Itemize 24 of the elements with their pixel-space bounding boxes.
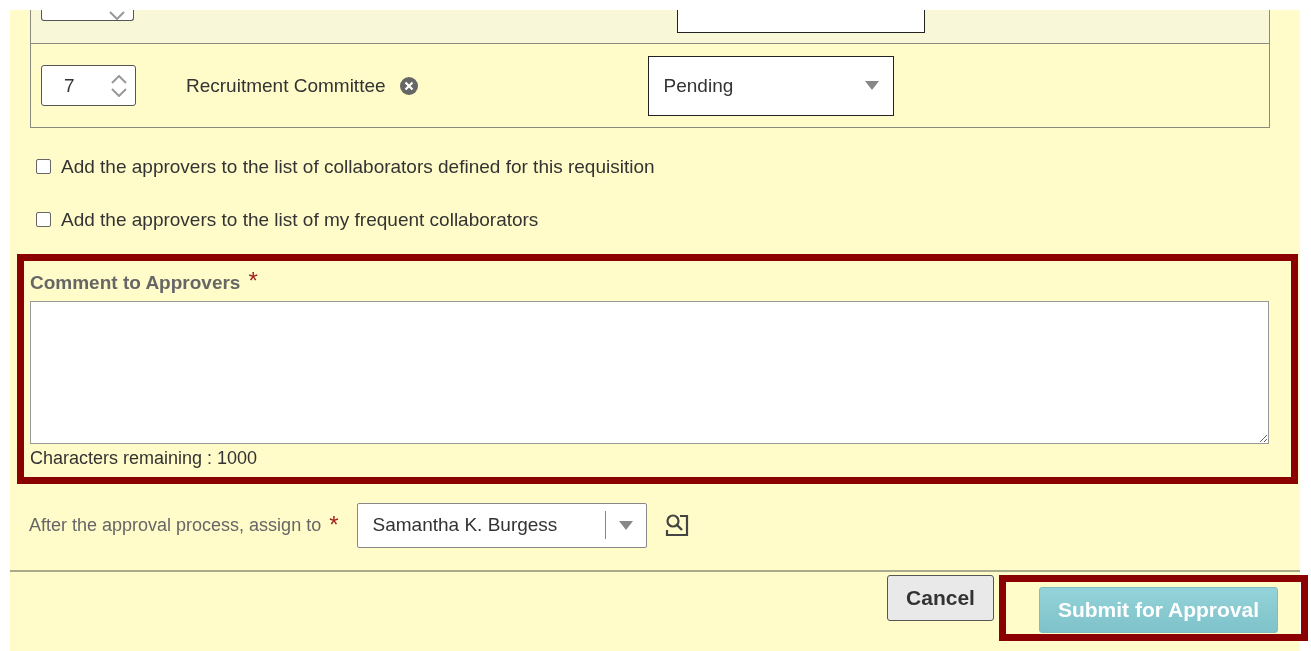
user-search-icon[interactable] — [663, 513, 690, 537]
checkbox[interactable] — [36, 159, 51, 174]
status-select[interactable]: Pending — [647, 55, 894, 116]
chevron-up-icon[interactable] — [111, 74, 127, 84]
status-select[interactable] — [677, 10, 925, 33]
required-asterisk: * — [248, 267, 258, 294]
assignee-select[interactable]: Samantha K. Burgess — [356, 502, 647, 548]
chevron-down-icon[interactable] — [111, 87, 127, 97]
checkbox[interactable] — [36, 212, 51, 227]
approver-name: Recruitment Committee — [186, 74, 386, 97]
checkbox-label: Add the approvers to the list of collaborators defined for this requisition — [61, 155, 655, 178]
number-spinner[interactable] — [41, 10, 134, 21]
required-asterisk: * — [329, 511, 339, 539]
cancel-button[interactable]: Cancel — [887, 575, 994, 621]
comment-label: Comment to Approvers — [30, 272, 241, 293]
remove-icon[interactable] — [399, 76, 418, 95]
number-spinner[interactable]: 7 — [41, 65, 136, 106]
dropdown-arrow-icon — [618, 520, 633, 530]
dropdown-arrow-icon — [864, 81, 879, 90]
character-counter: Characters remaining : 1000 — [30, 448, 259, 469]
comment-field[interactable] — [30, 301, 1269, 444]
checkbox-label: Add the approvers to the list of my frequent collaborators — [61, 208, 539, 231]
assign-label: After the approval process, assign to — [29, 514, 322, 536]
chevron-down-icon[interactable] — [109, 11, 125, 20]
